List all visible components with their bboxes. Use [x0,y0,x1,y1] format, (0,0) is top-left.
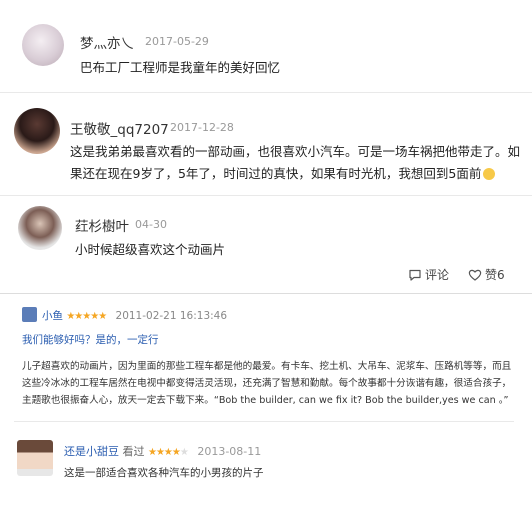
comment-text-line: 果还在现在9岁了，5年了，时间过的真快，如果有时光机，我想回到5面前 [70,162,496,186]
review-line: 主题歌也很振奋人心，放天一定去下载下来。“Bob the builder, ca… [22,395,509,406]
review-text: 这是一部适合喜欢各种汽车的小男孩的片子 [64,467,264,479]
divider [0,195,532,196]
comment-date: 04-30 [135,218,167,231]
username[interactable]: 小鱼 [42,310,63,322]
username[interactable]: 王敬敬_qq7207 [70,118,169,138]
username[interactable]: 梦灬亦乀 [80,32,134,52]
star-rating: ★★★★ [148,447,181,458]
star-rating: ★★★★★ [66,311,107,322]
avatar[interactable] [18,206,62,250]
divider [0,293,532,294]
review-header: 小鱼 ★★★★★ 2011-02-21 16:13:46 [42,308,227,323]
star-empty: ★ [179,447,189,458]
avatar[interactable] [14,108,60,154]
comment-text-line: 这是我弟弟最喜欢看的一部动画，也很喜欢小汽车。可是一场车祸把他带走了。如 [70,144,521,159]
username[interactable]: 还是小甜豆 [64,445,119,458]
helpful-prompt[interactable]: 我们能够好吗？是的，一定行 [22,332,159,347]
divider [14,421,514,422]
review-date: 2013-08-11 [197,445,262,458]
comment-text: 巴布工厂工程师是我童年的美好回忆 [80,60,281,75]
review-line: 儿子超喜欢的动画片，因为里面的那些工程车都是他的最爱。有卡车、挖土机、大吊车、泥… [22,361,512,372]
divider [0,92,532,93]
comment-bubble-icon [409,269,421,281]
review-body: 儿子超喜欢的动画片，因为里面的那些工程车都是他的最爱。有卡车、挖土机、大吊车、泥… [22,358,511,409]
username[interactable]: 荭杉樹叶 [75,215,129,235]
review-verb: 看过 [122,445,145,458]
avatar[interactable] [22,307,37,322]
like-button[interactable]: 赞6 [468,266,505,283]
smiley-emoji-icon [483,168,496,180]
comment-button[interactable]: 评论 [408,266,449,283]
comment-date: 2017-12-28 [170,121,234,134]
review-header: 还是小甜豆 看过 ★★★★★ 2013-08-11 [64,443,261,459]
like-count: 赞6 [485,268,505,282]
avatar[interactable] [22,24,64,66]
review-line: 这些冷冰冰的工程车居然在电视中都变得活灵活现，还充满了智慧和勤献。每个故事都十分… [22,378,512,389]
review-date: 2011-02-21 16:13:46 [115,310,228,322]
heart-icon [468,269,482,281]
comment-date: 2017-05-29 [145,35,209,48]
comment-text: 小时候超级喜欢这个动画片 [75,242,226,257]
comment-button-label: 评论 [425,268,450,282]
avatar[interactable] [17,440,53,476]
